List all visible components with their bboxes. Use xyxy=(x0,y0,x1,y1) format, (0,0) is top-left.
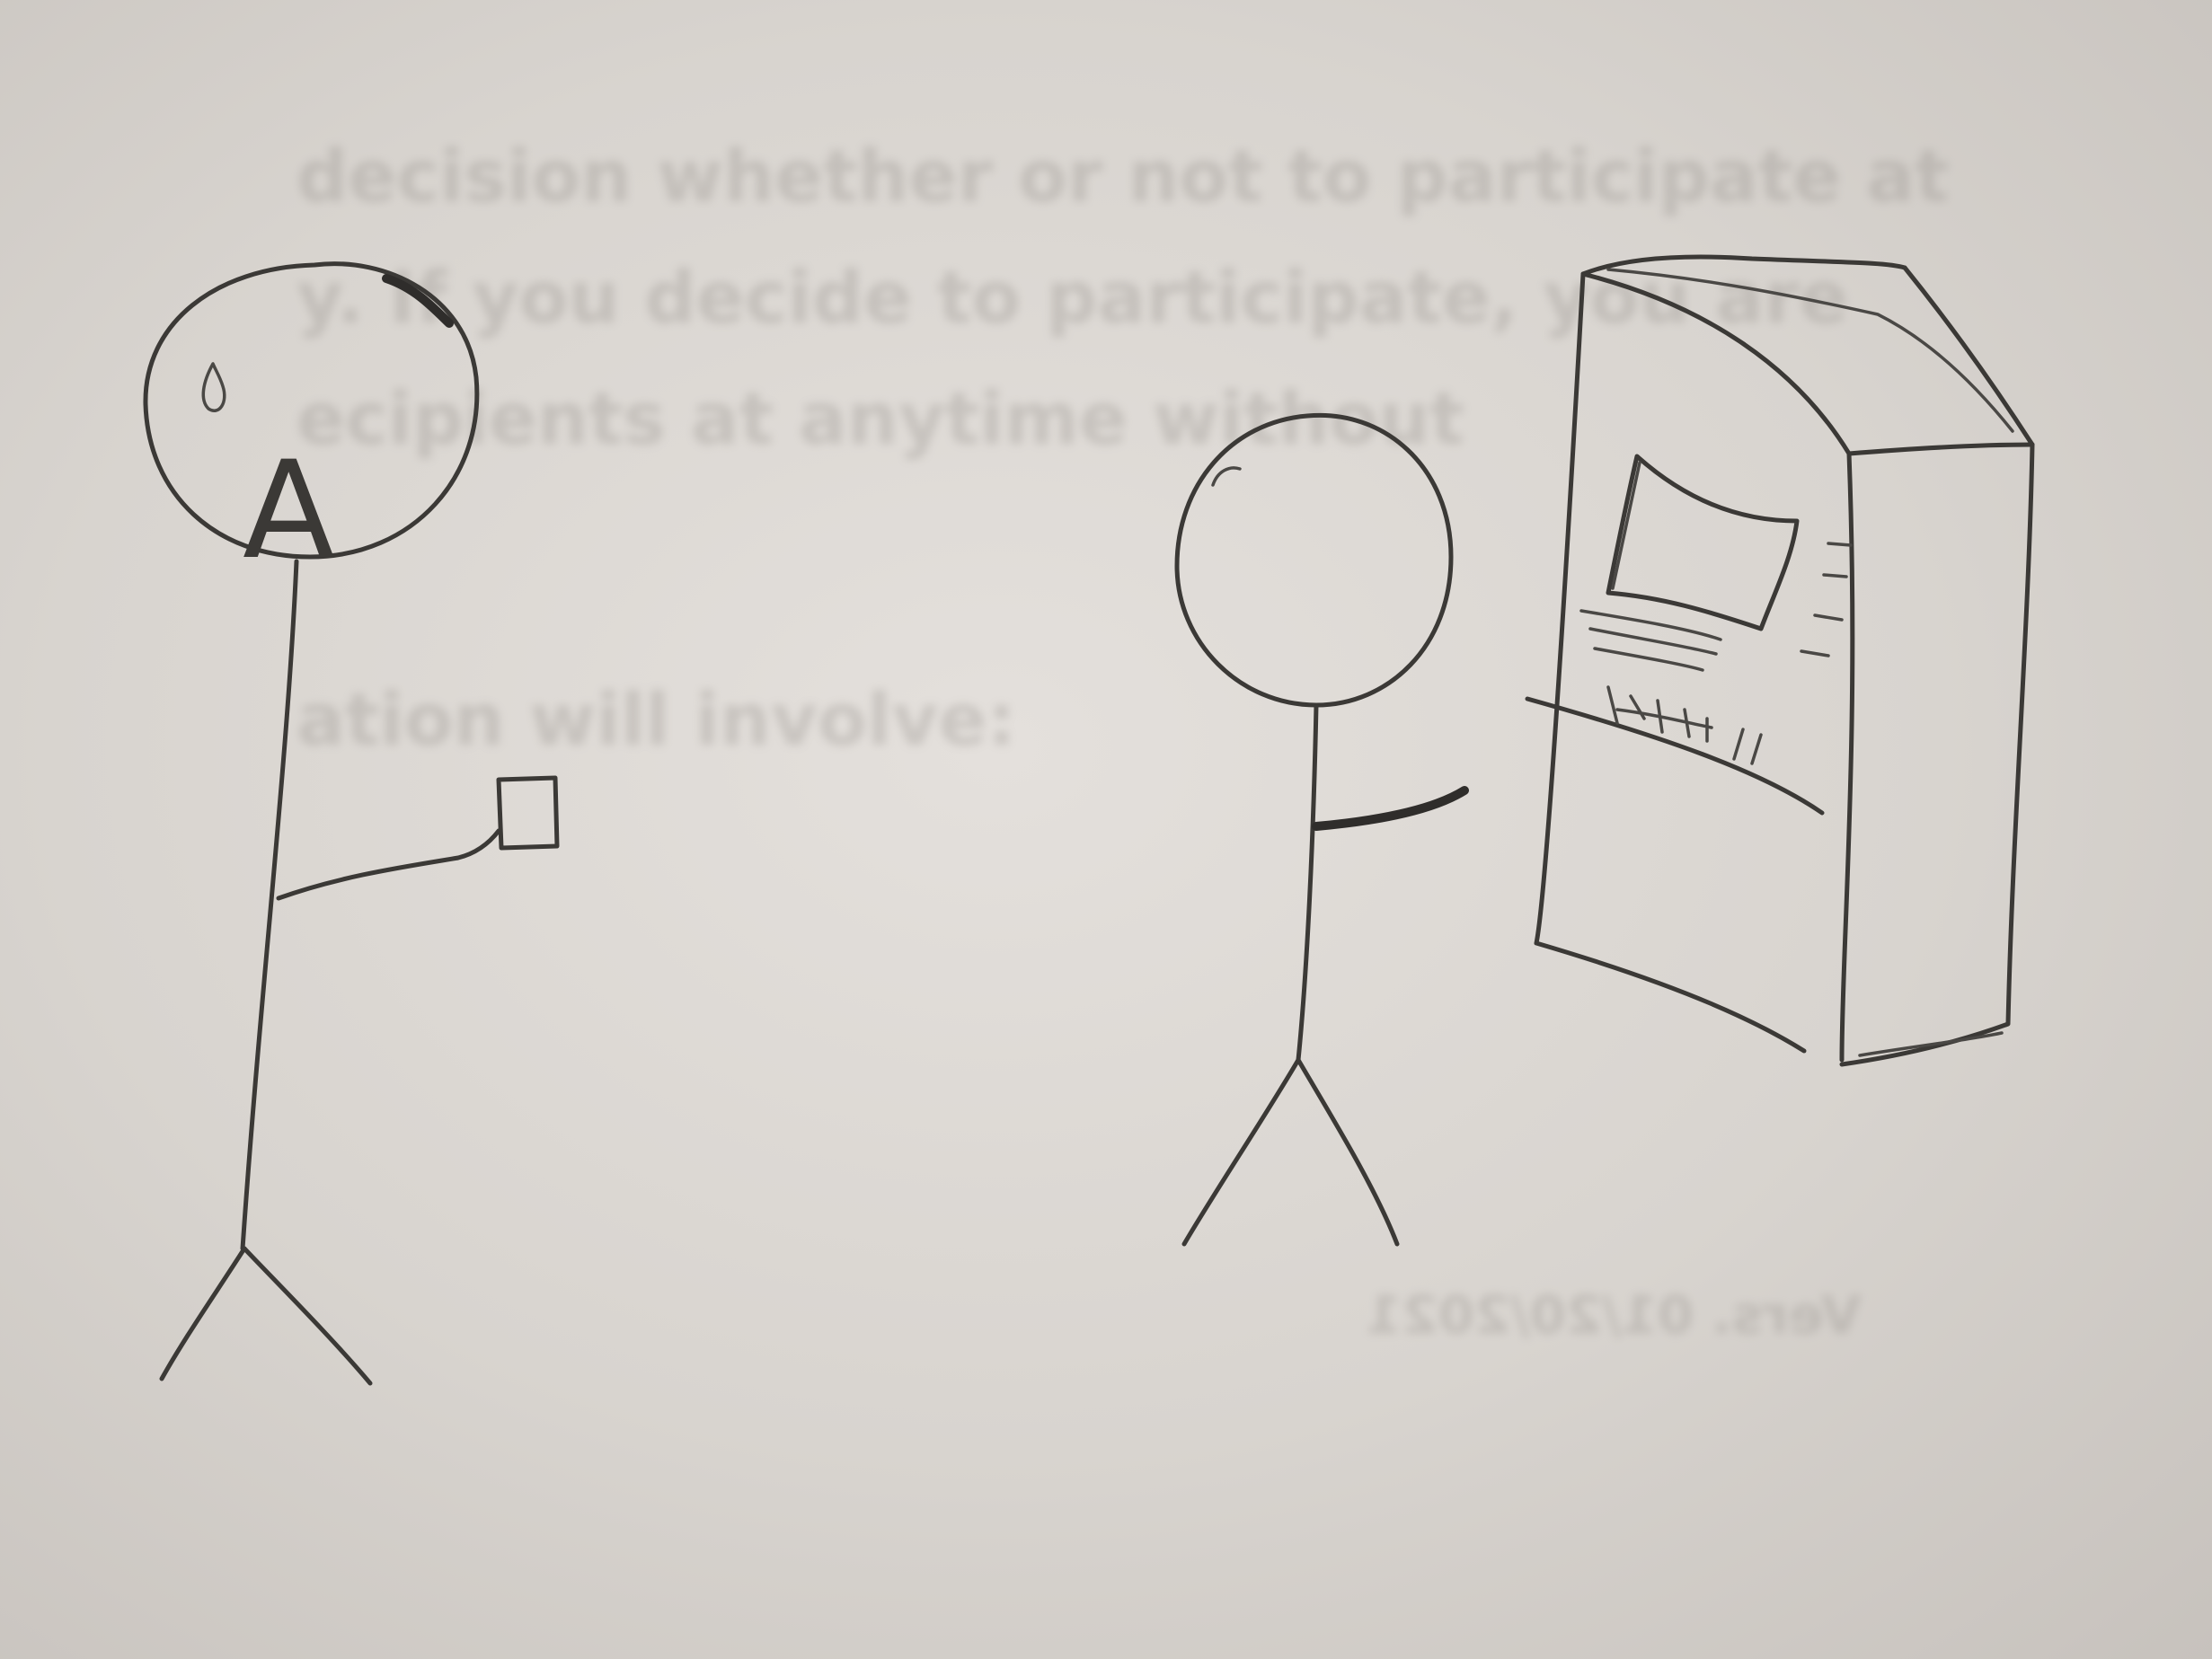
atm-side-button-4 xyxy=(1800,649,1830,657)
figure-b-left-leg xyxy=(1181,1057,1301,1247)
card-icon xyxy=(496,775,560,851)
figure-a-letter: A xyxy=(243,433,335,589)
atm-top-hatching xyxy=(1606,268,2014,433)
atm-top-front-edge xyxy=(1846,442,2035,456)
figure-a-left-leg xyxy=(159,1246,247,1381)
atm-front-right-edge xyxy=(1580,271,1855,1063)
figure-b-right-leg xyxy=(1296,1057,1400,1247)
atm-keypad xyxy=(1606,685,1763,765)
figure-a-right-leg xyxy=(242,1246,373,1386)
figure-a: A xyxy=(143,261,560,1386)
atm-side-button-3 xyxy=(1813,613,1844,622)
figure-b-head xyxy=(1174,412,1454,708)
atm-keypad-ledge xyxy=(1525,696,1825,816)
paper-sheet: decision whether or not to participate a… xyxy=(0,0,2212,1659)
stick-figure-sketch: A xyxy=(143,254,2035,1386)
atm-side-button-1 xyxy=(1827,542,1853,547)
atm-side-outline xyxy=(1839,442,2035,1067)
figure-b xyxy=(1174,412,1469,1247)
figure-a-arm xyxy=(276,828,501,901)
atm-machine xyxy=(1525,254,2035,1067)
figure-b-body xyxy=(1296,702,1319,1063)
atm-screen-shading xyxy=(1611,461,1641,590)
figure-b-hair-stroke xyxy=(1211,466,1242,487)
atm-base-shadow xyxy=(1858,1031,2004,1057)
atm-card-slot-line-3 xyxy=(1593,647,1704,672)
figure-b-arm xyxy=(1312,786,1469,831)
figure-a-body xyxy=(240,559,299,1251)
atm-top-side-edge xyxy=(1902,265,2035,447)
atm-side-button-2 xyxy=(1822,573,1848,578)
sweat-drop-icon xyxy=(201,362,226,412)
atm-card-slot-line-1 xyxy=(1579,609,1722,641)
